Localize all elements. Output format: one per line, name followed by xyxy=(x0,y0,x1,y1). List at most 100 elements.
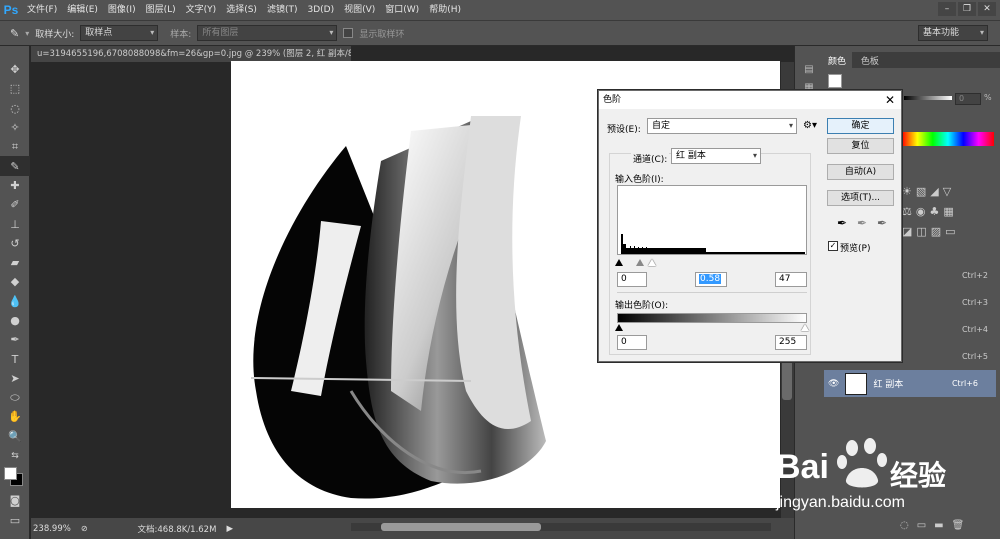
swap-colors-icon[interactable]: ⇆ xyxy=(0,446,30,465)
menu-view[interactable]: 视图(V) xyxy=(339,0,380,20)
close-icon[interactable]: ✕ xyxy=(978,2,996,16)
channel-label: 通道(C): xyxy=(631,152,670,165)
menu-filter[interactable]: 滤镜(T) xyxy=(262,0,303,20)
color-spectrum[interactable] xyxy=(902,132,994,146)
move-tool-icon[interactable]: ✥ xyxy=(0,60,30,79)
crop-tool-icon[interactable]: ⌗ xyxy=(0,137,30,156)
hand-tool-icon[interactable]: ✋ xyxy=(0,407,30,426)
options-bar: ✎ ▾ 取样大小: 取样点 ▾ 样本: 所有图层 ▾ 显示取样环 基本功能 ▾ xyxy=(0,20,1000,46)
menu-type[interactable]: 文字(Y) xyxy=(181,0,222,20)
menu-select[interactable]: 选择(S) xyxy=(221,0,262,20)
input-mid-field[interactable]: 0.58 xyxy=(695,272,727,287)
input-black-slider[interactable] xyxy=(615,259,623,266)
minimize-icon[interactable]: – xyxy=(938,2,956,16)
output-white-slider[interactable] xyxy=(801,324,809,331)
dialog-title-bar[interactable]: 色阶 ✕ xyxy=(599,91,901,109)
layers-footer-icons[interactable]: ◌▭▬🗑 xyxy=(900,520,972,531)
sample-label: 样本: xyxy=(170,29,192,40)
document-tab[interactable]: u=3194655196,6708088098&fm=26&gp=0.jpg @… xyxy=(31,46,351,62)
color-panel-swatch[interactable] xyxy=(828,74,842,88)
color-swatches[interactable] xyxy=(0,465,30,491)
white-eyedropper-icon[interactable]: ✒ xyxy=(877,216,887,230)
tab-swatches[interactable]: 色板 xyxy=(855,52,885,69)
tool-preset-chevron-icon[interactable]: ▾ xyxy=(25,29,29,38)
input-levels-label: 输入色阶(I): xyxy=(615,175,664,185)
workspace-select[interactable]: 基本功能 ▾ xyxy=(918,25,988,41)
preview-checkbox[interactable]: ✓ xyxy=(828,241,838,251)
gray-eyedropper-icon[interactable]: ✒ xyxy=(857,216,867,230)
input-white-slider[interactable] xyxy=(648,259,656,266)
sample-size-select[interactable]: 取样点 ▾ xyxy=(80,25,159,41)
status-menu-icon[interactable]: ▶ xyxy=(226,524,233,534)
sample-select[interactable]: 所有图层 ▾ xyxy=(197,25,338,41)
healing-brush-tool-icon[interactable]: ✚ xyxy=(0,176,30,195)
menu-edit[interactable]: 编辑(E) xyxy=(62,0,103,20)
eyedropper-tool-icon[interactable]: ✎ xyxy=(10,27,19,40)
menu-window[interactable]: 窗口(W) xyxy=(380,0,424,20)
menu-help[interactable]: 帮助(H) xyxy=(424,0,466,20)
menu-file[interactable]: 文件(F) xyxy=(22,0,62,20)
pen-tool-icon[interactable]: ✒ xyxy=(0,330,30,349)
marquee-tool-icon[interactable]: ⬚ xyxy=(0,79,30,98)
output-black-field[interactable]: 0 xyxy=(617,335,647,350)
adjustments-icons[interactable]: ☀▧◢▽ xyxy=(902,185,955,198)
lasso-tool-icon[interactable]: ◌ xyxy=(0,99,30,118)
color-slider[interactable] xyxy=(904,96,952,100)
menu-3d[interactable]: 3D(D) xyxy=(302,0,339,20)
doc-info-icon: ⊘ xyxy=(80,524,88,533)
output-white-field[interactable]: 255 xyxy=(775,335,807,350)
screen-mode-icon[interactable]: ▭ xyxy=(0,511,30,530)
blur-tool-icon[interactable]: 💧 xyxy=(0,292,30,311)
quick-select-tool-icon[interactable]: ✧ xyxy=(0,118,30,137)
document-tab-title: u=3194655196,6708088098&fm=26&gp=0.jpg @… xyxy=(37,49,351,59)
chevron-down-icon: ▾ xyxy=(788,121,793,130)
input-white-field[interactable]: 47 xyxy=(775,272,807,287)
toolbar-grip xyxy=(0,46,29,60)
output-levels-label: 输出色阶(O): xyxy=(615,301,669,311)
tab-color[interactable]: 颜色 xyxy=(822,52,853,69)
preset-select[interactable]: 自定 ▾ xyxy=(647,118,797,134)
horizontal-scrollbar[interactable] xyxy=(351,523,771,531)
adjustments-icons-row3[interactable]: ◪◫▨▭ xyxy=(902,225,960,238)
type-tool-icon[interactable]: T xyxy=(0,349,30,368)
restore-icon[interactable]: ❐ xyxy=(958,2,976,16)
layer-name[interactable]: 红 副本 xyxy=(873,377,903,390)
layer-row-selected[interactable]: 👁 红 副本 Ctrl+6 xyxy=(824,370,996,397)
output-black-slider[interactable] xyxy=(615,324,623,331)
reset-button[interactable]: 复位 xyxy=(827,138,894,154)
history-panel-icon[interactable]: ▤ xyxy=(795,60,823,78)
input-black-field[interactable]: 0 xyxy=(617,272,647,287)
history-brush-tool-icon[interactable]: ↺ xyxy=(0,234,30,253)
horizontal-scroll-thumb[interactable] xyxy=(381,523,541,531)
zoom-tool-icon[interactable]: 🔍 xyxy=(0,427,30,446)
auto-button[interactable]: 自动(A) xyxy=(827,164,894,180)
preset-options-gear-icon[interactable]: ⚙▾ xyxy=(803,120,817,131)
close-icon[interactable]: ✕ xyxy=(885,91,895,109)
eyedropper-tool-icon[interactable]: ✎ xyxy=(0,156,30,176)
preset-label: 预设(E): xyxy=(607,125,641,135)
brush-tool-icon[interactable]: ✐ xyxy=(0,195,30,214)
output-white-value: 255 xyxy=(779,337,797,347)
options-button[interactable]: 选项(T)... xyxy=(827,190,894,206)
zoom-level[interactable]: 238.99% xyxy=(33,524,71,534)
layer-thumbnail xyxy=(845,372,868,395)
channel-select[interactable]: 红 副本 ▾ xyxy=(671,148,761,164)
menu-image[interactable]: 图像(I) xyxy=(103,0,141,20)
black-eyedropper-icon[interactable]: ✒ xyxy=(837,216,847,230)
menu-layer[interactable]: 图层(L) xyxy=(141,0,181,20)
paint-bucket-tool-icon[interactable]: ◆ xyxy=(0,272,30,291)
show-ring-checkbox[interactable] xyxy=(343,28,354,38)
path-select-tool-icon[interactable]: ➤ xyxy=(0,369,30,388)
layer-shortcut: Ctrl+4 xyxy=(961,325,988,334)
input-mid-slider[interactable] xyxy=(636,259,644,266)
clone-stamp-tool-icon[interactable]: ⊥ xyxy=(0,214,30,233)
foreground-color-swatch[interactable] xyxy=(4,467,17,481)
adjustments-icons-row2[interactable]: ⚖◉♣▦ xyxy=(902,205,958,218)
ellipse-tool-icon[interactable]: ⬭ xyxy=(0,388,30,407)
dodge-tool-icon[interactable]: ● xyxy=(0,311,30,330)
ok-button[interactable]: 确定 xyxy=(827,118,894,134)
eraser-tool-icon[interactable]: ▰ xyxy=(0,253,30,272)
eye-icon[interactable]: 👁 xyxy=(828,379,839,389)
color-value-field[interactable]: 0 xyxy=(955,93,981,105)
quick-mask-icon[interactable]: ◙ xyxy=(0,491,30,510)
